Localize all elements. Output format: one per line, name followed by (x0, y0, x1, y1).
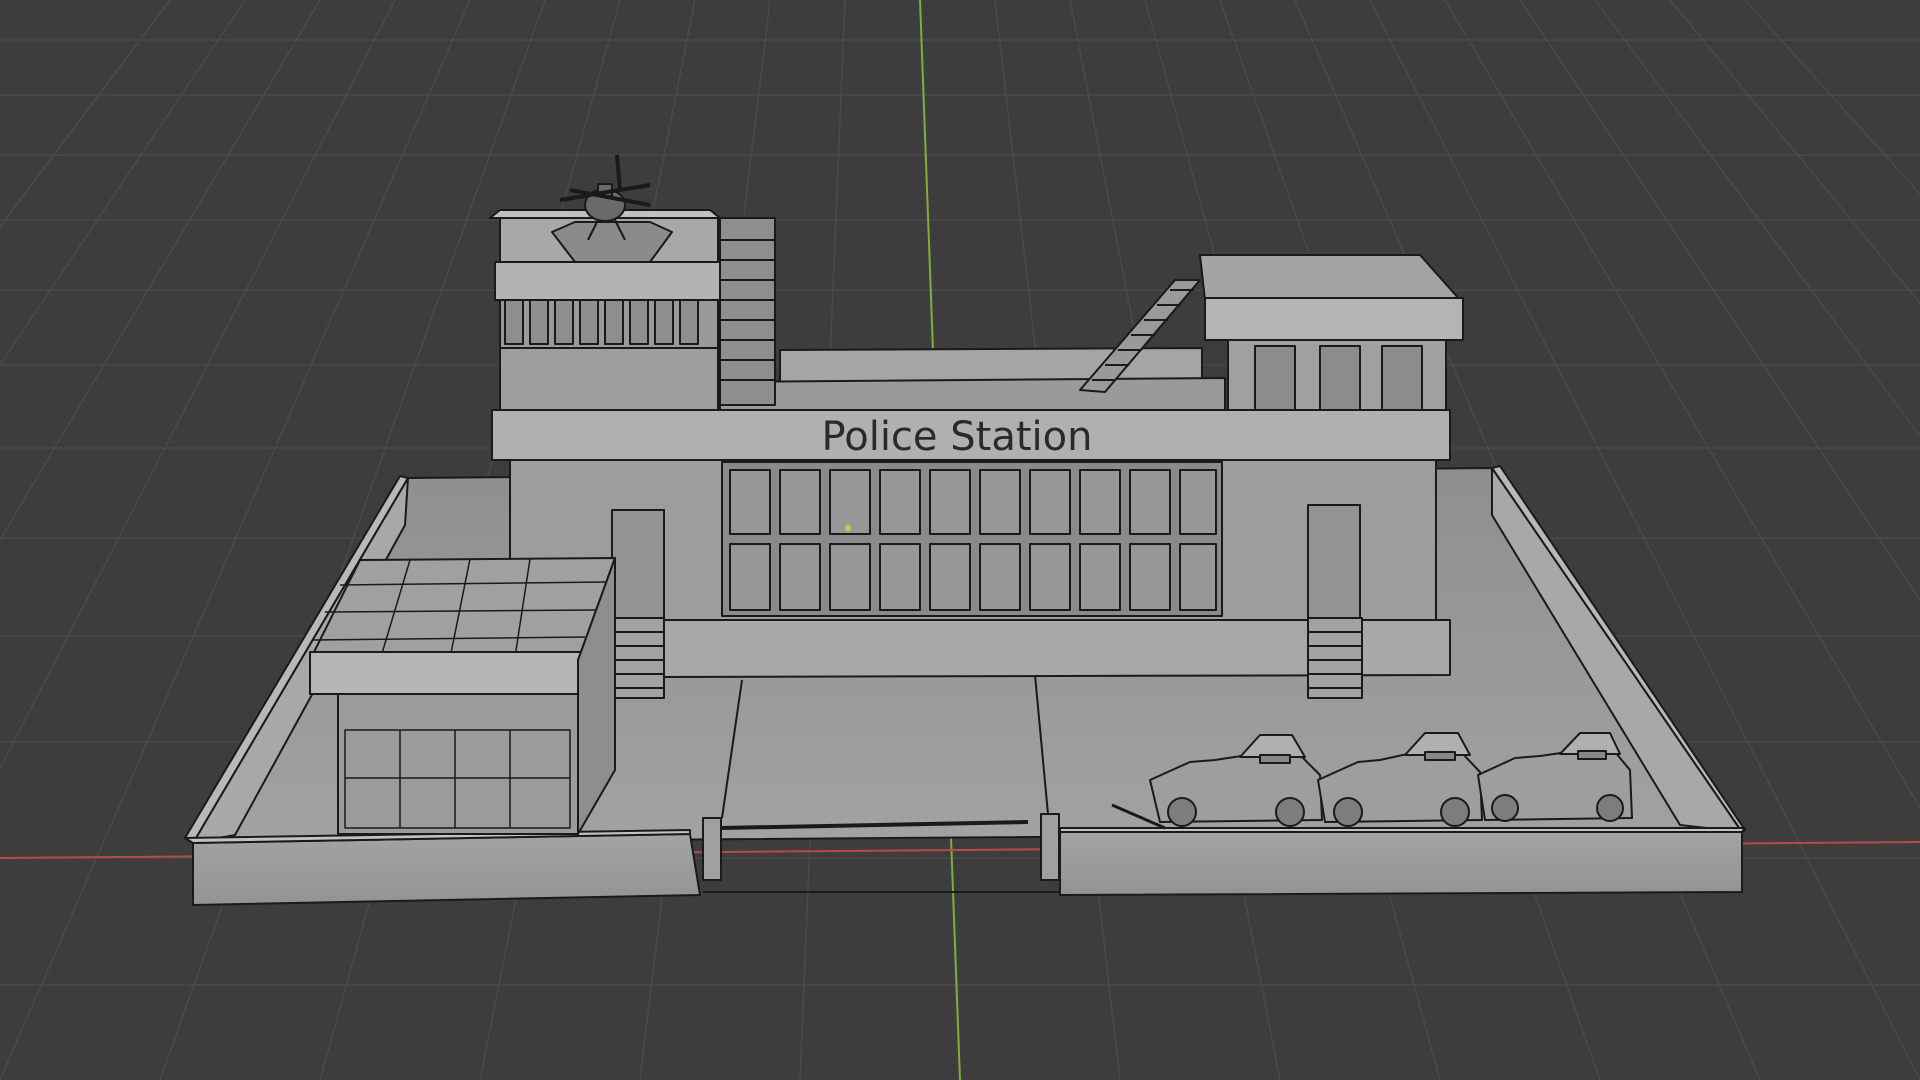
police-station-model[interactable]: Police Station (184, 154, 1746, 906)
right-entrance-steps (1307, 617, 1363, 699)
lot-front-wall-right (1059, 831, 1743, 896)
origin-point[interactable] (845, 525, 851, 531)
right-tower-roof-top (1199, 254, 1461, 301)
left-tower-base (499, 339, 719, 411)
building-sign: Police Station (822, 414, 1093, 460)
right-door (1307, 504, 1361, 619)
side-building-body (337, 693, 579, 835)
left-entrance-steps (611, 617, 665, 699)
left-tower-stairs (719, 217, 776, 406)
viewport-canvas[interactable]: Police Station (0, 0, 1920, 1080)
right-tower-cap (1204, 297, 1464, 341)
gate-post-left (702, 817, 722, 881)
gate-post-right (1040, 813, 1060, 881)
side-building-cap (309, 651, 586, 695)
left-door (611, 509, 665, 619)
3d-viewport[interactable]: Police Station (0, 0, 1920, 1080)
helipad (551, 221, 673, 263)
roof-deck (719, 377, 1226, 413)
side-building-roof (309, 557, 616, 661)
left-tower-cap (494, 261, 721, 301)
lot-front-wall-left (192, 833, 701, 906)
